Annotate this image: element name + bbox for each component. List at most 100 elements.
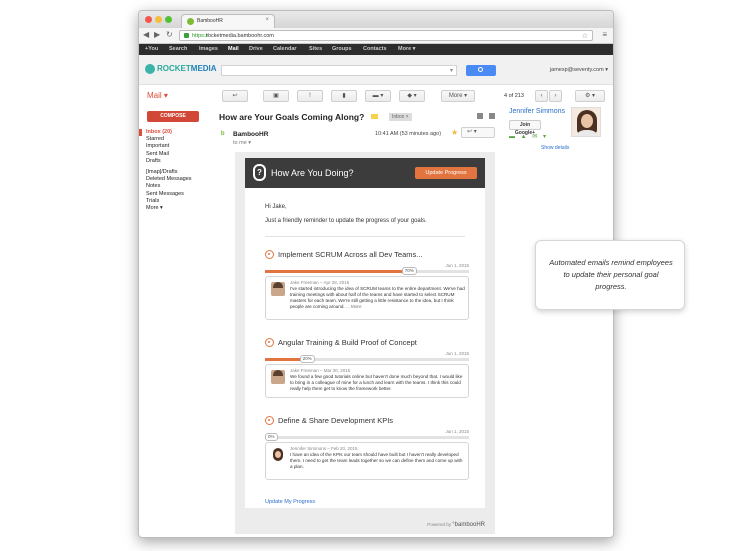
folder-starred[interactable]: Starred bbox=[139, 136, 213, 143]
sender-name[interactable]: BambooHR bbox=[233, 131, 268, 138]
lock-icon bbox=[184, 33, 189, 38]
gmail-header: ROCKETMEDIA ▾ jamesp@seventy.com ▾ bbox=[139, 55, 613, 85]
back-icon[interactable]: ◀ bbox=[143, 30, 149, 39]
powered-by-label: Powered by bbox=[427, 522, 451, 527]
comment-author: Jennifer Simmons – Feb 20, 2015 bbox=[290, 446, 358, 451]
folder-sent-mail[interactable]: Sent Mail bbox=[139, 151, 213, 158]
browser-menu-icon[interactable]: ≡ bbox=[602, 30, 607, 39]
star-icon[interactable]: ★ bbox=[451, 128, 458, 137]
compose-button[interactable]: COMPOSE bbox=[147, 111, 199, 122]
forward-icon[interactable]: ▶ bbox=[154, 30, 160, 39]
gbar-item-drive[interactable]: Drive bbox=[249, 46, 263, 52]
url-input[interactable]: https:// rocketmedia.bamboohr.com ☆ bbox=[179, 30, 593, 41]
goal-comment: Jake Freeman – Apr 28, 2015 I've started… bbox=[265, 276, 469, 320]
folder-important[interactable]: Important bbox=[139, 143, 213, 150]
comment-text: I've started introducing the idea of SCR… bbox=[290, 286, 466, 310]
bamboohr-sender-icon: ᵇ bbox=[221, 129, 225, 139]
gbar-item-calendar[interactable]: Calendar bbox=[273, 46, 297, 52]
move-to-button[interactable]: ▬ ▾ bbox=[365, 90, 391, 102]
recipient-details[interactable]: to me ▾ bbox=[233, 140, 251, 146]
mail-search-input[interactable]: ▾ bbox=[221, 65, 457, 76]
folder-imap-drafts[interactable]: [Imap]/Drafts bbox=[139, 169, 213, 176]
update-progress-button[interactable]: Update Progress bbox=[415, 167, 477, 179]
goal-title[interactable]: Implement SCRUM Across all Dev Teams... bbox=[278, 250, 423, 259]
goal-progress-label: 0% bbox=[265, 433, 278, 441]
folder-more[interactable]: More ▾ bbox=[139, 205, 213, 212]
new-window-icon[interactable] bbox=[489, 113, 495, 119]
spam-icon: ! bbox=[309, 93, 311, 99]
gbar-item-sites[interactable]: Sites bbox=[309, 46, 322, 52]
older-button[interactable]: › bbox=[549, 90, 562, 102]
archive-button[interactable]: ▣ bbox=[263, 90, 289, 102]
folder-sent-messages[interactable]: Sent Messages bbox=[139, 191, 213, 198]
goal-due-date: Jun 1, 2015 bbox=[445, 429, 469, 434]
inbox-label-chip[interactable]: Inbox × bbox=[389, 113, 412, 121]
commenter-hair bbox=[273, 370, 283, 376]
contact-action-icons[interactable]: ▬ ▲ ✉ ▾ bbox=[509, 133, 548, 140]
mail-menu[interactable]: Mail ▾ bbox=[147, 91, 168, 100]
reload-icon[interactable]: ↻ bbox=[166, 30, 173, 39]
commenter-avatar bbox=[271, 448, 285, 462]
gbar-item-more[interactable]: More ▾ bbox=[398, 46, 415, 52]
gbar-item-contacts[interactable]: Contacts bbox=[363, 46, 387, 52]
contact-name[interactable]: Jennifer Simmons bbox=[509, 108, 565, 115]
folder-inbox[interactable]: Inbox (20) bbox=[139, 129, 213, 137]
folder-list: Inbox (20) Starred Important Sent Mail D… bbox=[139, 129, 213, 212]
account-menu[interactable]: jamesp@seventy.com ▾ bbox=[550, 67, 608, 73]
close-window-button[interactable] bbox=[145, 16, 152, 23]
minimize-window-button[interactable] bbox=[155, 16, 162, 23]
message-date: 10:41 AM (53 minutes ago) bbox=[375, 131, 442, 137]
contact-avatar bbox=[571, 107, 601, 137]
update-my-progress-link[interactable]: Update My Progress bbox=[265, 499, 315, 505]
bookmark-star-icon[interactable]: ☆ bbox=[582, 32, 588, 40]
goal-progress-bar: 70% bbox=[265, 267, 469, 275]
goal-title[interactable]: Angular Training & Build Proof of Concep… bbox=[278, 338, 417, 347]
goal-comment: Jennifer Simmons – Feb 20, 2015 I have a… bbox=[265, 442, 469, 480]
gbar-item-search[interactable]: Search bbox=[169, 46, 187, 52]
browser-tab[interactable]: BambooHR × bbox=[181, 14, 275, 28]
email-card: ? How Are You Doing? Update Progress Hi … bbox=[245, 158, 485, 508]
bamboohr-favicon-icon bbox=[187, 18, 194, 25]
tab-close-icon[interactable]: × bbox=[265, 17, 269, 23]
goal-comment: Jake Freeman – Mar 30, 2015 We found a f… bbox=[265, 364, 469, 398]
rocketmedia-logo[interactable]: ROCKETMEDIA bbox=[157, 64, 217, 73]
folder-trials[interactable]: Trials bbox=[139, 198, 213, 205]
show-details-link[interactable]: Show details bbox=[541, 145, 569, 151]
more-button[interactable]: More ▾ bbox=[441, 90, 475, 102]
goal-title[interactable]: Define & Share Development KPIs bbox=[278, 416, 393, 425]
settings-button[interactable]: ⚙ ▾ bbox=[575, 90, 605, 102]
question-icon: ? bbox=[253, 164, 266, 181]
gbar-item-groups[interactable]: Groups bbox=[332, 46, 352, 52]
email-header-banner: ? How Are You Doing? Update Progress bbox=[245, 158, 485, 188]
gbar-item-mail[interactable]: Mail bbox=[228, 46, 239, 52]
search-button[interactable] bbox=[466, 65, 496, 76]
comment-more-link[interactable]: ... More bbox=[346, 304, 362, 309]
goal-progress-bar: 20% bbox=[265, 355, 469, 363]
goal-progress-label: 70% bbox=[401, 267, 417, 275]
folder-deleted-messages[interactable]: Deleted Messages bbox=[139, 176, 213, 183]
search-options-chevron-icon[interactable]: ▾ bbox=[450, 67, 453, 74]
gbar-item-you[interactable]: +You bbox=[145, 46, 158, 52]
print-icon[interactable] bbox=[477, 113, 483, 119]
folder-notes[interactable]: Notes bbox=[139, 183, 213, 190]
comment-text: I have an idea of the KPIs our team shou… bbox=[290, 452, 463, 469]
report-spam-button[interactable]: ! bbox=[297, 90, 323, 102]
folder-icon: ▬ ▾ bbox=[372, 93, 384, 99]
important-marker-icon[interactable] bbox=[371, 114, 378, 119]
goal-due-date: Jun 1, 2015 bbox=[445, 263, 469, 268]
comment-text: We found a few good tutorials online but… bbox=[290, 374, 463, 391]
bamboohr-footer-logo: °bambooHR bbox=[452, 522, 485, 528]
comment-body: I've started introducing the idea of SCR… bbox=[290, 286, 465, 309]
gbar-item-images[interactable]: Images bbox=[199, 46, 218, 52]
folder-drafts[interactable]: Drafts bbox=[139, 158, 213, 165]
join-google-plus-button[interactable]: Join Google+ bbox=[509, 120, 541, 136]
comment-author: Jake Freeman – Mar 30, 2015 bbox=[290, 368, 351, 373]
reply-button[interactable]: ↩ ▾ bbox=[461, 127, 495, 138]
tab-title: BambooHR bbox=[197, 18, 223, 24]
labels-button[interactable]: ◆ ▾ bbox=[399, 90, 425, 102]
zoom-window-button[interactable] bbox=[165, 16, 172, 23]
newer-button[interactable]: ‹ bbox=[535, 90, 548, 102]
goal-progress-bar: 0% bbox=[265, 433, 469, 441]
back-to-inbox-button[interactable]: ↩ bbox=[222, 90, 248, 102]
delete-button[interactable]: ▮ bbox=[331, 90, 357, 102]
